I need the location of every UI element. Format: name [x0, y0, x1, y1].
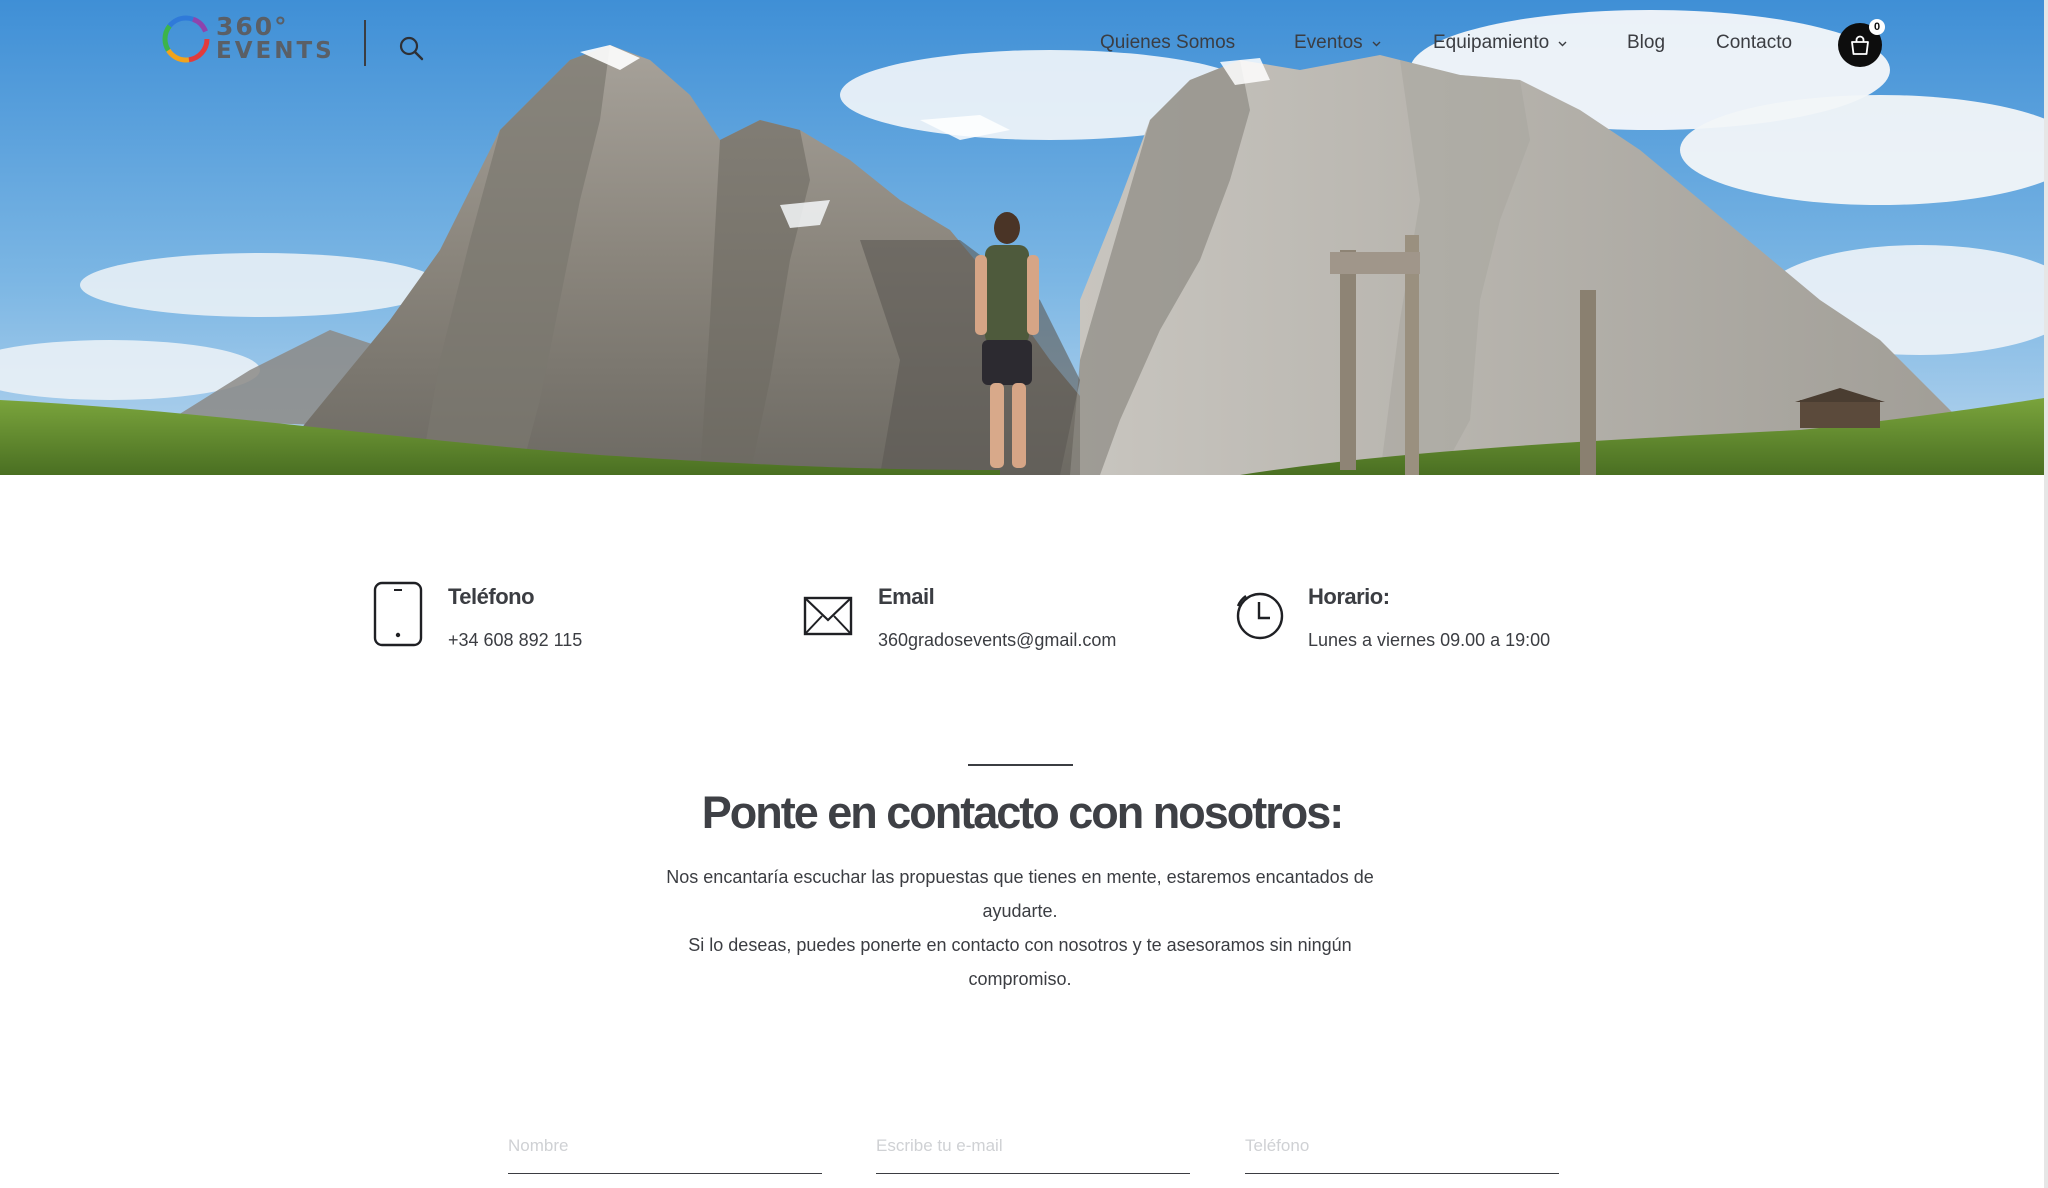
phone-field[interactable] [1245, 1118, 1559, 1174]
nav-item-quienes-somos[interactable]: Quienes Somos [1100, 32, 1235, 54]
hours-title: Horario: [1308, 584, 1390, 609]
nav-label: Equipamiento [1433, 32, 1550, 53]
nav-item-contacto[interactable]: Contacto [1716, 32, 1792, 54]
name-field[interactable] [508, 1118, 822, 1174]
scrollbar[interactable] [2044, 0, 2048, 1188]
section-divider [968, 764, 1073, 766]
logo-line1: 360° [216, 12, 289, 41]
nav-item-equipamiento[interactable]: Equipamiento [1433, 32, 1568, 54]
contact-text-line1: Nos encantaría escuchar las propuestas q… [666, 867, 1374, 921]
nav-label: Blog [1627, 32, 1666, 53]
contact-heading: Ponte en contacto con nosotros: [701, 787, 1345, 838]
header-divider [364, 20, 366, 66]
email-field[interactable] [876, 1118, 1190, 1174]
hero-mountain-image [0, 0, 2044, 475]
contact-phone: Teléfono +34 608 892 115 [372, 580, 582, 651]
nav-item-eventos[interactable]: Eventos [1294, 32, 1382, 54]
contact-description: Nos encantaría escuchar las propuestas q… [640, 860, 1400, 996]
logo-ring-icon [162, 15, 210, 63]
phone-icon [373, 581, 423, 647]
email-value[interactable]: 360gradosevents@gmail.com [878, 630, 1116, 651]
logo-line2: EVENTS [216, 38, 335, 64]
contact-email: Email 360gradosevents@gmail.com [802, 580, 1116, 651]
clock-icon [1236, 592, 1284, 640]
hours-value: Lunes a viernes 09.00 a 19:00 [1308, 630, 1551, 650]
search-button[interactable] [397, 34, 425, 62]
nav-label: Quienes Somos [1100, 32, 1236, 53]
logo-text: 360° EVENTS [216, 12, 335, 64]
mail-icon [803, 596, 853, 636]
contact-text-line2: Si lo deseas, puedes ponerte en contacto… [688, 935, 1352, 989]
phone-value[interactable]: +34 608 892 115 [448, 630, 582, 651]
contact-hours: Horario: Lunes a viernes 09.00 a 19:00 [1232, 580, 1550, 651]
logo[interactable]: 360° EVENTS [160, 10, 340, 68]
chevron-down-icon [1558, 41, 1567, 46]
cart-count-badge: 0 [1869, 19, 1885, 35]
nav-item-blog[interactable]: Blog [1627, 32, 1665, 54]
nav-label: Contacto [1716, 32, 1793, 53]
chevron-down-icon [1372, 41, 1381, 46]
shopping-bag-icon [1851, 35, 1869, 55]
search-icon [399, 36, 424, 61]
nav-label: Eventos [1294, 32, 1363, 53]
phone-title: Teléfono [448, 584, 535, 609]
email-title: Email [878, 584, 935, 609]
hero-banner [0, 0, 2044, 475]
